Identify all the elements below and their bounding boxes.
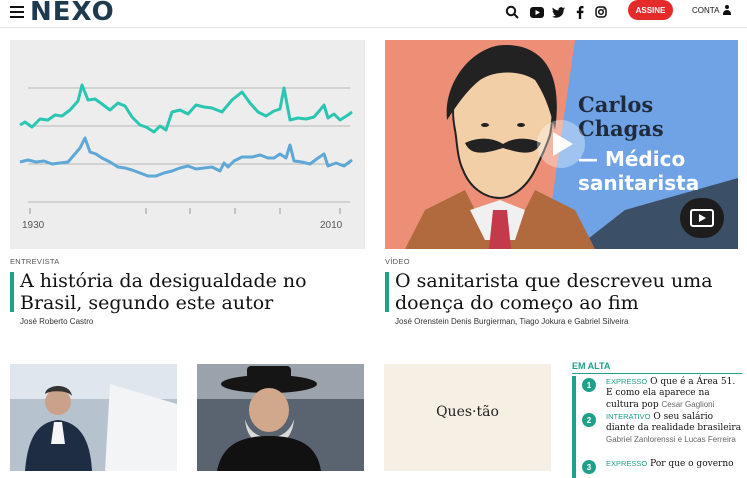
site-logo[interactable]: NEXO (30, 0, 115, 27)
kicker-entrevista: ENTREVISTA (10, 257, 60, 266)
overlay-line4: sanitarista (578, 171, 699, 195)
menu-icon[interactable] (10, 6, 24, 18)
subscribe-button[interactable]: ASSINE (628, 0, 673, 20)
user-icon (723, 5, 732, 15)
trending-byline-1: Cesar Gaglioni (661, 400, 715, 409)
account-label: CONTA (692, 5, 720, 15)
top-header: NEXO ASSINE CONTA (0, 0, 747, 28)
facebook-icon[interactable] (571, 3, 589, 21)
trending-item-3[interactable]: 3 EXPRESSO Por que o governo (572, 458, 747, 478)
questao-card[interactable]: Ques·tão (384, 364, 551, 471)
em-alta-panel: EM ALTA 1 EXPRESSO O que é a Área 51. E … (572, 361, 747, 478)
article-thumbnail-1[interactable] (10, 364, 177, 471)
twitter-icon[interactable] (549, 3, 567, 21)
article-thumbnail-2[interactable] (197, 364, 364, 471)
trending-number-3: 3 (582, 460, 596, 474)
trending-byline-2: Gabriel Zanlorenssi e Lucas Ferreira (606, 435, 736, 444)
kicker-video: VÍDEO (385, 257, 410, 266)
trending-number-2: 2 (582, 413, 596, 427)
overlay-line2: Chagas (578, 116, 664, 141)
trending-number-1: 1 (582, 378, 596, 392)
youtube-icon[interactable] (528, 3, 546, 21)
account-button[interactable]: CONTA (692, 5, 732, 15)
overlay-line3: — Médico (578, 147, 685, 171)
chart-tick-1930: 1930 (22, 220, 45, 231)
trending-label-2: INTERATIVO (606, 412, 651, 421)
questao-title: Ques·tão (436, 404, 499, 420)
trending-item-2[interactable]: 2 INTERATIVO O seu salário diante da rea… (572, 411, 747, 459)
play-button[interactable] (537, 120, 585, 168)
chart-tick-2010: 2010 (320, 220, 343, 231)
overlay-line1: Carlos (578, 92, 653, 117)
featured-chart-image[interactable]: 1930 2010 (10, 40, 365, 249)
trending-label-1: EXPRESSO (606, 377, 648, 386)
video-icon[interactable] (680, 198, 724, 238)
trending-title-3[interactable]: Por que o governo (650, 459, 733, 469)
search-icon[interactable] (503, 3, 521, 21)
instagram-icon[interactable] (592, 3, 610, 21)
byline-1[interactable]: José Roberto Castro (20, 317, 93, 326)
trending-label-3: EXPRESSO (606, 459, 648, 468)
headline-sanitarista[interactable]: O sanitarista que descreveu uma doença d… (385, 270, 747, 314)
headline-desigualdade[interactable]: A história da desigualdade no Brasil, se… (10, 270, 360, 314)
byline-2[interactable]: José Orenstein Denis Burgierman, Tiago J… (395, 317, 628, 326)
em-alta-title: EM ALTA (572, 361, 611, 371)
inequality-line-chart (19, 83, 353, 214)
